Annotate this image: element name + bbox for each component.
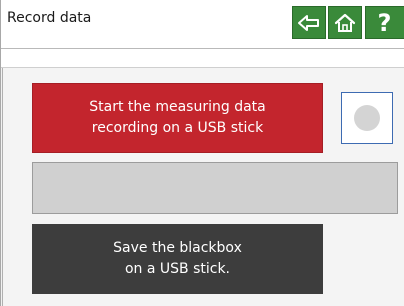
status-dot-icon <box>354 105 380 131</box>
progress-bar <box>32 162 398 214</box>
arrow-left-icon <box>298 14 319 31</box>
title-bar: Record data ? <box>1 0 404 49</box>
home-button[interactable] <box>328 6 362 39</box>
page-title: Record data <box>7 10 92 26</box>
start-recording-button[interactable]: Start the measuring data recording on a … <box>32 83 323 153</box>
back-button[interactable] <box>292 6 326 39</box>
save-blackbox-label: Save the blackbox on a USB stick. <box>113 240 242 277</box>
save-blackbox-button[interactable]: Save the blackbox on a USB stick. <box>32 224 323 294</box>
home-icon <box>334 13 356 32</box>
toolbar-strip <box>1 49 404 68</box>
help-button[interactable]: ? <box>365 6 404 39</box>
help-icon: ? <box>377 8 392 37</box>
recording-status-indicator <box>341 92 393 144</box>
start-recording-label: Start the measuring data recording on a … <box>89 99 266 136</box>
